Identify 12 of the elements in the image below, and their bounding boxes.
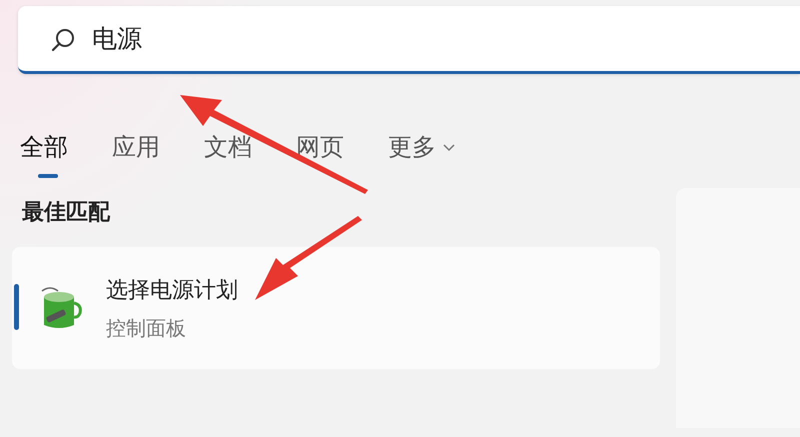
caret-icon — [442, 142, 456, 152]
result-title: 选择电源计划 — [106, 276, 238, 304]
filter-tab[interactable]: 文档 — [204, 126, 252, 178]
filter-tab[interactable]: 网页 — [296, 126, 344, 178]
search-icon — [50, 27, 76, 53]
best-match-result[interactable]: 选择电源计划 控制面板 — [12, 247, 660, 369]
filter-tab[interactable]: 更多 — [388, 126, 456, 178]
search-field[interactable]: 电源 — [18, 6, 800, 74]
filter-tab[interactable]: 应用 — [112, 126, 160, 178]
section-title: 最佳匹配 — [22, 198, 112, 226]
result-subtitle: 控制面板 — [106, 316, 187, 342]
filter-tab[interactable]: 全部 — [20, 126, 68, 178]
